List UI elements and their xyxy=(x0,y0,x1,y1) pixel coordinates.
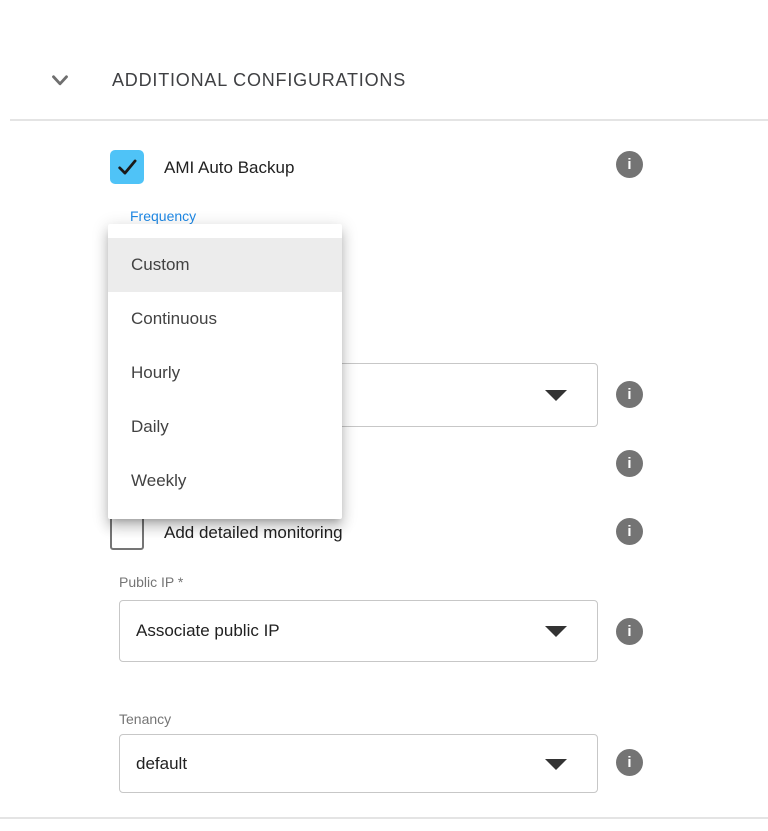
menu-item-hourly[interactable]: Hourly xyxy=(108,346,342,400)
tenancy-field-label: Tenancy xyxy=(119,711,171,727)
dropdown-arrow-icon xyxy=(545,390,567,401)
info-icon[interactable]: i xyxy=(616,381,643,408)
info-icon[interactable]: i xyxy=(616,749,643,776)
info-icon[interactable]: i xyxy=(616,618,643,645)
section-collapse-button[interactable] xyxy=(46,66,74,94)
chevron-down-icon xyxy=(47,67,73,93)
menu-item-weekly[interactable]: Weekly xyxy=(108,454,342,508)
info-glyph: i xyxy=(627,156,631,173)
info-icon[interactable]: i xyxy=(616,151,643,178)
tenancy-select[interactable]: default xyxy=(119,734,598,793)
info-glyph: i xyxy=(627,386,631,403)
detailed-monitoring-label: Add detailed monitoring xyxy=(164,523,343,543)
bottom-divider xyxy=(0,817,768,819)
detailed-monitoring-checkbox[interactable] xyxy=(110,516,144,550)
info-glyph: i xyxy=(627,455,631,472)
info-icon[interactable]: i xyxy=(616,450,643,477)
dropdown-arrow-icon xyxy=(545,759,567,770)
public-ip-field-label: Public IP * xyxy=(119,574,183,590)
additional-configurations-panel: ADDITIONAL CONFIGURATIONS AMI Auto Backu… xyxy=(0,0,768,831)
info-glyph: i xyxy=(627,754,631,771)
header-divider xyxy=(10,119,768,121)
menu-item-continuous[interactable]: Continuous xyxy=(108,292,342,346)
dropdown-arrow-icon xyxy=(545,626,567,637)
info-glyph: i xyxy=(627,523,631,540)
frequency-field-label: Frequency xyxy=(130,208,196,224)
menu-item-daily[interactable]: Daily xyxy=(108,400,342,454)
public-ip-selected-value: Associate public IP xyxy=(136,621,280,641)
menu-item-custom[interactable]: Custom xyxy=(108,238,342,292)
info-icon[interactable]: i xyxy=(616,518,643,545)
checkmark-icon xyxy=(114,154,140,180)
section-title: ADDITIONAL CONFIGURATIONS xyxy=(112,70,406,91)
public-ip-select[interactable]: Associate public IP xyxy=(119,600,598,662)
ami-auto-backup-label: AMI Auto Backup xyxy=(164,158,294,178)
info-glyph: i xyxy=(627,623,631,640)
tenancy-selected-value: default xyxy=(136,754,187,774)
frequency-dropdown-menu: Custom Continuous Hourly Daily Weekly xyxy=(108,224,342,519)
ami-auto-backup-checkbox[interactable] xyxy=(110,150,144,184)
